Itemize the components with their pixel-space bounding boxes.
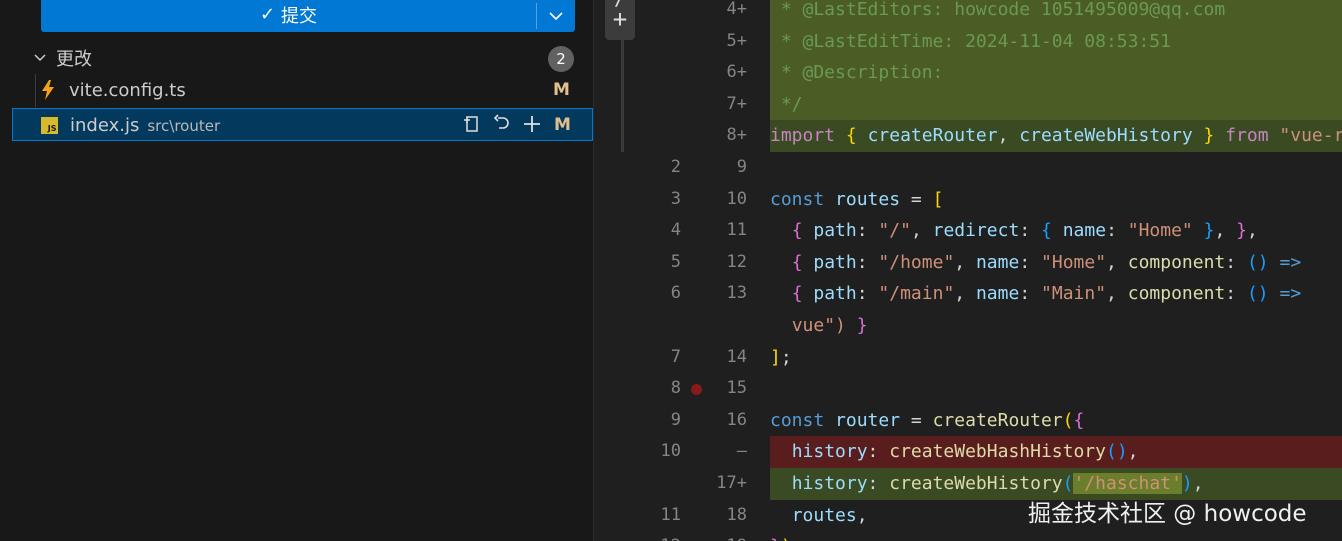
diff-line: 12 19 }); — [595, 531, 1342, 541]
file-path: src\router — [147, 117, 221, 135]
new-line-number: 18 — [726, 504, 747, 525]
new-line-number: 19 — [701, 531, 747, 541]
diff-line: 8+ import { createRouter, createWebHisto… — [595, 120, 1342, 152]
changes-label: 更改 — [56, 49, 92, 70]
old-line-number: 11 — [660, 504, 681, 525]
code-line: { path: "/home", name: "Home", component… — [791, 251, 1302, 273]
code-line: const routes = [ — [770, 188, 944, 210]
new-line-number: 16 — [726, 409, 747, 430]
diff-line: 9 16 const router = createRouter({ — [595, 405, 1342, 437]
new-line-number: 13 — [726, 283, 747, 304]
new-line-number: 4+ — [726, 0, 747, 19]
code-line: ]; — [770, 346, 792, 368]
code-line: * @Description: — [770, 57, 1342, 89]
code-line: const router = createRouter({ — [770, 409, 1085, 431]
file-status-badge: M — [553, 80, 570, 100]
new-line-number: 6+ — [726, 62, 747, 83]
open-file-icon[interactable] — [461, 113, 483, 135]
file-name: index.js src\router — [70, 115, 220, 136]
diff-line: 6+ * @Description: — [595, 57, 1342, 89]
code-line: import { createRouter, createWebHistory … — [770, 120, 1342, 152]
changes-section-header[interactable]: 更改 2 — [0, 42, 594, 74]
commit-button[interactable]: ✓ 提交 — [41, 0, 575, 32]
old-line-number: 9 — [670, 409, 681, 430]
code-line: */ — [770, 88, 1342, 121]
diff-line: 6 13 { path: "/main", name: "Main", comp… — [595, 278, 1342, 310]
diff-line: 4+ * @LastEditors: howcode 1051495009@qq… — [595, 0, 1342, 26]
tree-indent-guide — [35, 74, 36, 107]
diff-line: 4 11 { path: "/", redirect: { name: "Hom… — [595, 215, 1342, 247]
diff-line: 5+ * @LastEditTime: 2024-11-04 08:53:51 — [595, 25, 1342, 58]
new-line-number: 11 — [726, 220, 747, 241]
source-control-panel: ✓ 提交 更改 2 vite.config.ts M JS index.js sr… — [0, 0, 594, 541]
diff-line: 7+ */ — [595, 88, 1342, 121]
chevron-down-icon — [549, 12, 563, 21]
js-file-icon: JS — [40, 116, 58, 134]
file-row-actions — [461, 113, 543, 135]
diff-line-wrapped: vue") } — [595, 310, 1342, 342]
changed-file-row[interactable]: vite.config.ts M — [12, 74, 593, 107]
code-line: * @LastEditors: howcode 1051495009@qq.co… — [770, 0, 1342, 26]
old-line-number: 10 — [660, 441, 681, 462]
code-line: }); — [770, 531, 1342, 541]
code-line: * @LastEditTime: 2024-11-04 08:53:51 — [770, 25, 1342, 58]
new-line-number: 8+ — [726, 125, 747, 146]
code-line: vue") } — [791, 315, 868, 336]
old-line-number: 5 — [670, 251, 681, 272]
diff-line: 7 14 ]; — [595, 342, 1342, 374]
new-line-number: 5+ — [726, 30, 747, 51]
diff-line: 2 9 — [595, 152, 1342, 184]
deleted-marker: — — [736, 441, 747, 462]
code-line: { path: "/", redirect: { name: "Home" },… — [791, 220, 1258, 242]
old-line-number: 3 — [670, 188, 681, 209]
diff-line: 5 12 { path: "/home", name: "Home", comp… — [595, 247, 1342, 279]
old-line-number: 2 — [670, 157, 681, 177]
new-line-number: 7+ — [726, 93, 747, 114]
file-status-badge: M — [554, 115, 571, 135]
file-name-text: index.js — [70, 115, 140, 136]
old-line-number: 7 — [670, 346, 681, 367]
new-line-number: 15 — [726, 378, 747, 399]
stage-changes-icon[interactable] — [521, 113, 543, 135]
changed-file-row-selected[interactable]: JS index.js src\router M — [12, 108, 593, 141]
discard-changes-icon[interactable] — [491, 113, 513, 135]
code-line: { path: "/main", name: "Main", component… — [791, 283, 1302, 305]
commit-label: 提交 — [281, 5, 318, 27]
old-line-number: 8 — [670, 378, 681, 399]
diff-line: 8 15 — [595, 373, 1342, 405]
chevron-down-icon — [34, 54, 46, 62]
new-line-number: 17+ — [716, 473, 747, 493]
diff-editor[interactable]: / + 4+ * @LastEditors: howcode 105149500… — [595, 0, 1342, 541]
new-line-number: 9 — [736, 157, 747, 177]
commit-dropdown-button[interactable] — [537, 0, 575, 32]
old-line-number: 6 — [670, 283, 681, 304]
lightning-icon — [39, 80, 57, 100]
old-line-number: 12 — [645, 531, 681, 541]
new-line-number: 14 — [726, 346, 747, 367]
diff-line-deleted: 10 — history: createWebHashHistory(), — [595, 436, 1342, 468]
old-line-number: 4 — [670, 220, 681, 241]
changes-count-badge: 2 — [548, 46, 574, 72]
commit-button-main[interactable]: ✓ 提交 — [41, 0, 536, 32]
watermark: 掘金技术社区 @ howcode — [1028, 501, 1307, 527]
file-name: vite.config.ts — [69, 80, 186, 101]
new-line-number: 12 — [726, 251, 747, 272]
new-line-number: 10 — [726, 188, 747, 209]
code-line: history: createWebHashHistory(), — [770, 436, 1342, 468]
check-icon: ✓ — [259, 4, 276, 25]
diff-line: 3 10 const routes = [ — [595, 184, 1342, 216]
